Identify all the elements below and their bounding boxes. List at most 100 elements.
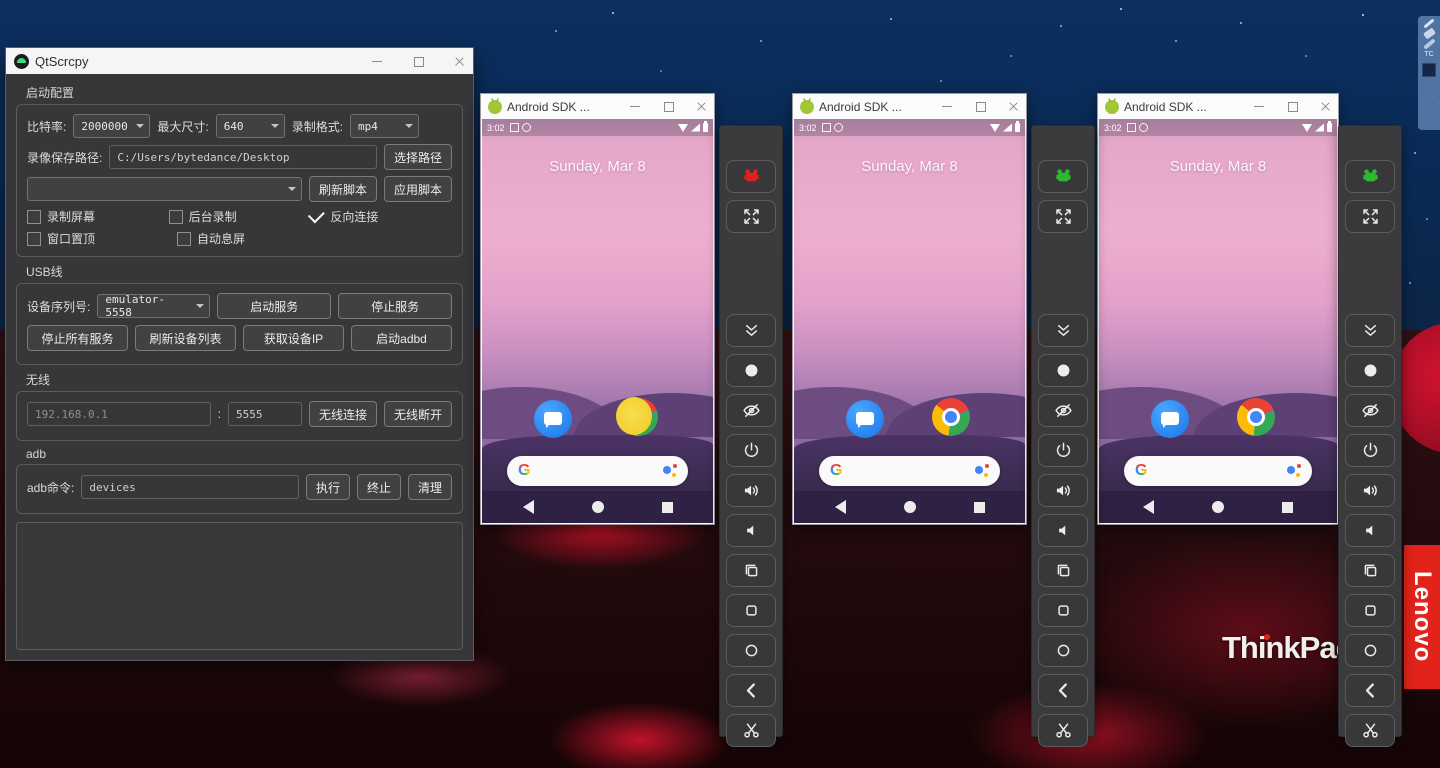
stop-service-button[interactable]: 停止服务	[338, 293, 452, 319]
checkbox-box[interactable]	[27, 232, 41, 246]
toolbar-app-switch-button[interactable]	[1038, 554, 1088, 587]
toolbar-fullscreen-button[interactable]	[726, 200, 776, 233]
toolbar-touch-button[interactable]	[1345, 354, 1395, 387]
toolbar-volume-up-button[interactable]	[726, 474, 776, 507]
checkbox-record-screen[interactable]: 录制屏幕	[27, 208, 169, 225]
nav-home-button[interactable]	[1212, 501, 1224, 513]
toolbar-hide-screen-button[interactable]	[1345, 394, 1395, 427]
serial-select[interactable]: emulator-5558	[97, 294, 210, 318]
toolbar-power-button[interactable]	[1038, 434, 1088, 467]
minimize-button[interactable]	[628, 99, 643, 114]
close-button[interactable]	[452, 54, 467, 69]
maximize-button[interactable]	[1285, 99, 1300, 114]
execute-button[interactable]: 执行	[306, 474, 350, 500]
toolbar-app-switch-button[interactable]	[1345, 554, 1395, 587]
checkbox-background-record[interactable]: 后台录制	[169, 208, 311, 225]
choose-path-button[interactable]: 选择路径	[384, 144, 452, 170]
toolbar-back-button[interactable]	[1345, 674, 1395, 707]
toolbar-volume-down-button[interactable]	[1345, 514, 1395, 547]
apply-script-button[interactable]: 应用脚本	[384, 176, 452, 202]
nav-back-button[interactable]	[1143, 500, 1154, 514]
messages-app-icon[interactable]	[1151, 400, 1189, 438]
checkbox-box[interactable]	[177, 232, 191, 246]
nav-home-button[interactable]	[592, 501, 604, 513]
google-search-bar[interactable]: G	[1124, 456, 1312, 486]
adb-command-input[interactable]: devices	[81, 475, 299, 499]
toolbar-menu-button[interactable]	[1038, 594, 1088, 627]
start-adbd-button[interactable]: 启动adbd	[351, 325, 452, 351]
toolbar-back-button[interactable]	[726, 674, 776, 707]
maximize-button[interactable]	[973, 99, 988, 114]
toolbar-touch-button[interactable]	[726, 354, 776, 387]
assistant-icon[interactable]	[1287, 463, 1301, 479]
maximize-button[interactable]	[411, 54, 426, 69]
toolbar-menu-button[interactable]	[726, 594, 776, 627]
toolbar-power-button[interactable]	[1345, 434, 1395, 467]
toolbar-app-switch-button[interactable]	[726, 554, 776, 587]
toolbar-screenshot-button[interactable]	[1038, 714, 1088, 747]
nav-back-button[interactable]	[523, 500, 534, 514]
toolbar-touch-button[interactable]	[1038, 354, 1088, 387]
toolbar-device-skin-button[interactable]	[1038, 160, 1088, 193]
close-button[interactable]	[694, 99, 709, 114]
nav-recents-button[interactable]	[1282, 502, 1293, 513]
toolbar-power-button[interactable]	[726, 434, 776, 467]
color-swatch-icon[interactable]	[1422, 63, 1436, 77]
google-search-bar[interactable]: G	[507, 456, 688, 486]
checkbox-box[interactable]	[169, 210, 183, 224]
chrome-app-icon[interactable]	[620, 398, 658, 436]
toolbar-menu-button[interactable]	[1345, 594, 1395, 627]
toolbar-collapse-button[interactable]	[1345, 314, 1395, 347]
wireless-disconnect-button[interactable]: 无线断开	[384, 401, 452, 427]
refresh-device-list-button[interactable]: 刷新设备列表	[135, 325, 236, 351]
close-button[interactable]	[1318, 99, 1333, 114]
google-search-bar[interactable]: G	[819, 456, 1000, 486]
record-format-select[interactable]: mp4	[350, 114, 419, 138]
checkbox-reverse-connect[interactable]: 反向连接	[310, 208, 452, 225]
toolbar-hide-screen-button[interactable]	[1038, 394, 1088, 427]
toolbar-back-button[interactable]	[1038, 674, 1088, 707]
eraser-icon[interactable]	[1422, 27, 1435, 39]
checkbox-auto-screen-off[interactable]: 自动息屏	[177, 230, 327, 247]
chrome-app-icon[interactable]	[1237, 398, 1275, 436]
toolbar-volume-down-button[interactable]	[1038, 514, 1088, 547]
emulator-titlebar[interactable]: Android SDK ...	[793, 94, 1026, 119]
emulator-titlebar[interactable]: Android SDK ...	[481, 94, 714, 119]
assistant-icon[interactable]	[663, 463, 677, 479]
toolbar-hide-screen-button[interactable]	[726, 394, 776, 427]
toolbar-device-skin-button[interactable]	[726, 160, 776, 193]
wireless-port-input[interactable]: 5555	[228, 402, 302, 426]
bitrate-select[interactable]: 2000000	[73, 114, 150, 138]
nav-back-button[interactable]	[835, 500, 846, 514]
toolbar-device-skin-button[interactable]	[1345, 160, 1395, 193]
save-path-input[interactable]: C:/Users/bytedance/Desktop	[109, 145, 377, 169]
toolbar-fullscreen-button[interactable]	[1038, 200, 1088, 233]
pen-icon[interactable]	[1423, 18, 1434, 28]
checkmark-icon[interactable]	[308, 206, 325, 223]
start-service-button[interactable]: 启动服务	[217, 293, 331, 319]
clear-button[interactable]: 清理	[408, 474, 452, 500]
emulator-titlebar[interactable]: Android SDK ...	[1098, 94, 1338, 119]
phone-screen[interactable]: 3:02 Sunday, Mar 8 G	[794, 119, 1025, 523]
toolbar-home-button[interactable]	[1345, 634, 1395, 667]
toolbar-fullscreen-button[interactable]	[1345, 200, 1395, 233]
assistant-icon[interactable]	[975, 463, 989, 479]
toolbar-screenshot-button[interactable]	[1345, 714, 1395, 747]
toolbar-home-button[interactable]	[726, 634, 776, 667]
phone-screen[interactable]: 3:02 Sunday, Mar 8 G	[1099, 119, 1337, 523]
messages-app-icon[interactable]	[846, 400, 884, 438]
messages-app-icon[interactable]	[534, 400, 572, 438]
toolbar-volume-down-button[interactable]	[726, 514, 776, 547]
nav-recents-button[interactable]	[662, 502, 673, 513]
minimize-button[interactable]	[1252, 99, 1267, 114]
terminate-button[interactable]: 终止	[357, 474, 401, 500]
toolbar-collapse-button[interactable]	[1038, 314, 1088, 347]
max-size-select[interactable]: 640	[216, 114, 285, 138]
get-device-ip-button[interactable]: 获取设备IP	[243, 325, 344, 351]
toolbar-screenshot-button[interactable]	[726, 714, 776, 747]
toolbar-volume-up-button[interactable]	[1345, 474, 1395, 507]
wireless-connect-button[interactable]: 无线连接	[309, 401, 377, 427]
phone-screen[interactable]: 3:02 Sunday, Mar 8 G	[482, 119, 713, 523]
refresh-script-button[interactable]: 刷新脚本	[309, 176, 377, 202]
adb-output-console[interactable]	[16, 522, 463, 650]
